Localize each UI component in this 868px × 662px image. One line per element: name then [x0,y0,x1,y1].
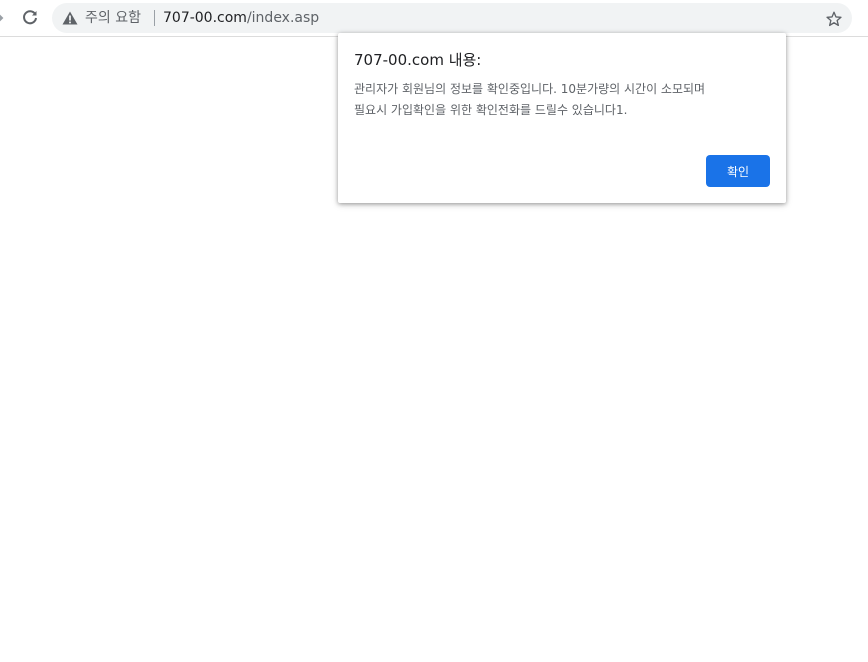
forward-arrow-icon [0,14,4,22]
forward-button[interactable] [0,6,10,30]
star-icon [826,11,842,27]
address-bar[interactable]: 주의 요함 707-00.com/index.asp [52,3,852,33]
url-text[interactable]: 707-00.com/index.asp [163,9,319,27]
address-divider [154,10,155,26]
browser-toolbar: 주의 요함 707-00.com/index.asp [0,0,868,37]
security-status-label[interactable]: 주의 요함 [85,9,141,27]
ok-button[interactable]: 확인 [706,155,770,187]
dialog-message-line: 관리자가 회원님의 정보를 확인중입니다. 10분가량의 시간이 소모되며 [354,82,706,96]
alert-dialog: 707-00.com 내용: 관리자가 회원님의 정보를 확인중입니다. 10분… [338,33,786,203]
bookmark-button[interactable] [824,9,844,29]
warning-triangle-icon[interactable] [62,11,78,25]
dialog-message: 관리자가 회원님의 정보를 확인중입니다. 10분가량의 시간이 소모되며 필요… [354,79,774,121]
reload-icon [23,10,37,25]
url-path: /index.asp [246,10,320,26]
reload-button[interactable] [18,6,42,30]
url-host: 707-00.com [163,10,247,26]
dialog-message-line: 필요시 가입확인을 위한 확인전화를 드릴수 있습니다1. [354,103,628,117]
dialog-title: 707-00.com 내용: [354,51,482,69]
